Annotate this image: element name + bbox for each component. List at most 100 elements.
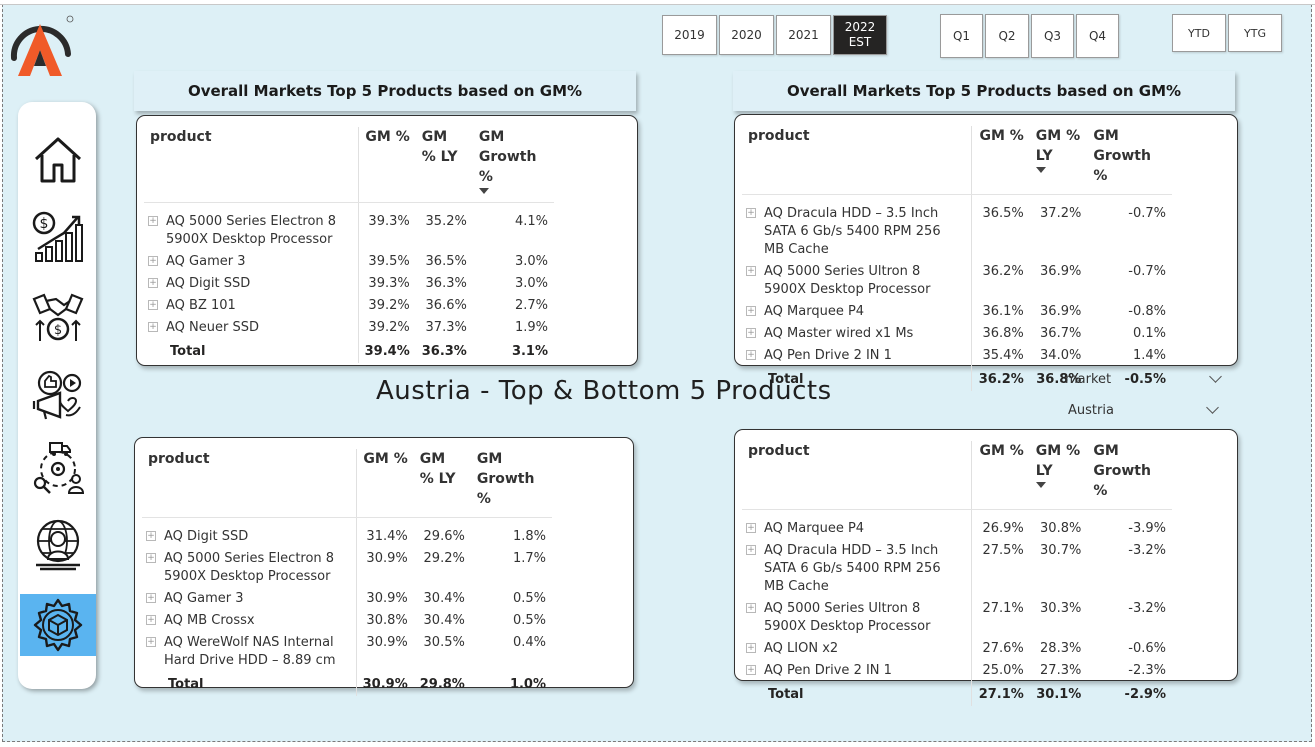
col-header-gm[interactable]: GM % xyxy=(356,449,414,518)
col-header-product[interactable]: product xyxy=(142,449,357,518)
table-row[interactable]: + AQ BZ 101 39.2% 36.6% 2.7% xyxy=(144,295,554,317)
table-row[interactable]: + AQ Neuer SSD 39.2% 37.3% 1.9% xyxy=(144,317,554,339)
ytd-button[interactable]: YTD xyxy=(1172,14,1226,52)
table-row[interactable]: + AQ WereWolf NAS Internal Hard Drive HDD… xyxy=(142,632,552,672)
col-header-gm-ly-line2: % LY xyxy=(419,471,456,487)
nav-deals-button[interactable]: $ xyxy=(20,286,96,348)
col-header-gm-ly[interactable]: GM % LY xyxy=(415,127,473,203)
table-row[interactable]: + AQ Pen Drive 2 IN 1 25.0% 27.3% -2.3% xyxy=(742,660,1172,682)
col-header-growth[interactable]: GM Growth % xyxy=(470,449,552,518)
sort-desc-icon[interactable] xyxy=(1035,482,1046,488)
nav-finance-button[interactable]: $ xyxy=(20,206,96,268)
table-row[interactable]: + AQ 5000 Series Ultron 8 5900X Desktop P… xyxy=(742,598,1172,638)
expand-icon[interactable]: + xyxy=(148,300,158,310)
col-header-gm-ly[interactable]: GM % LY xyxy=(1029,441,1088,510)
year-2022-est-button[interactable]: 2022 EST xyxy=(833,15,887,55)
col-header-gm[interactable]: GM % xyxy=(971,441,1030,510)
col-header-gm-ly-line1: GM xyxy=(421,129,448,145)
gm-ly-cell: 36.5% xyxy=(425,254,467,269)
growth-cell: 1.8% xyxy=(512,529,546,544)
expand-icon[interactable]: + xyxy=(148,216,158,226)
col-header-growth[interactable]: GM Growth % xyxy=(1087,441,1172,510)
col-header-gm-ly[interactable]: GM % LY xyxy=(413,449,471,518)
table-row[interactable]: + AQ Pen Drive 2 IN 1 35.4% 34.0% 1.4% xyxy=(742,345,1172,367)
expand-icon[interactable]: + xyxy=(746,523,756,533)
quarter-q2-button[interactable]: Q2 xyxy=(985,14,1029,58)
gm-ly-cell: 30.4% xyxy=(423,591,465,606)
year-2020-button[interactable]: 2020 xyxy=(719,15,774,55)
market-filter-value[interactable]: Austria xyxy=(1068,403,1114,418)
table-row[interactable]: + AQ LION x2 27.6% 28.3% -0.6% xyxy=(742,638,1172,660)
quarter-q4-button[interactable]: Q4 xyxy=(1076,14,1119,58)
table-row[interactable]: + AQ Marquee P4 36.1% 36.9% -0.8% xyxy=(742,301,1172,323)
col-header-growth-line2: Growth % xyxy=(1093,463,1151,499)
expand-icon[interactable]: + xyxy=(746,545,756,555)
growth-cell: 1.4% xyxy=(1132,348,1166,363)
gm-cell: 36.1% xyxy=(982,304,1024,319)
growth-cell: 3.0% xyxy=(514,254,548,269)
product-name: AQ Gamer 3 xyxy=(166,254,246,269)
top-right-card-title: Overall Markets Top 5 Products based on … xyxy=(733,71,1235,111)
table-row[interactable]: + AQ Master wired x1 Ms 36.8% 36.7% 0.1% xyxy=(742,323,1172,345)
total-gm-cell: 39.4% xyxy=(364,344,410,359)
expand-icon[interactable]: + xyxy=(746,306,756,316)
gm-cell: 39.5% xyxy=(368,254,410,269)
col-header-product[interactable]: product xyxy=(144,127,359,203)
product-name: AQ Digit SSD xyxy=(164,529,249,544)
product-name: AQ MB Crossx xyxy=(164,613,255,628)
gm-cell: 36.2% xyxy=(982,264,1024,279)
expand-icon[interactable]: + xyxy=(746,328,756,338)
ytg-button[interactable]: YTG xyxy=(1228,14,1282,52)
col-header-growth[interactable]: GM Growth % xyxy=(1087,126,1172,195)
col-header-gm-ly-line1: GM % xyxy=(1035,128,1081,144)
table-row[interactable]: + AQ Gamer 3 39.5% 36.5% 3.0% xyxy=(144,251,554,273)
expand-icon[interactable]: + xyxy=(746,603,756,613)
table-row[interactable]: + AQ 5000 Series Ultron 8 5900X Desktop P… xyxy=(742,261,1172,301)
expand-icon[interactable]: + xyxy=(746,350,756,360)
expand-icon[interactable]: + xyxy=(148,278,158,288)
sort-desc-icon[interactable] xyxy=(1035,167,1046,173)
nav-product-settings-button[interactable] xyxy=(20,594,96,656)
expand-icon[interactable]: + xyxy=(746,643,756,653)
nav-marketing-button[interactable] xyxy=(20,364,96,426)
quarter-q3-button[interactable]: Q3 xyxy=(1031,14,1074,58)
table-row[interactable]: + AQ Gamer 3 30.9% 30.4% 0.5% xyxy=(142,588,552,610)
table-row[interactable]: + AQ Digit SSD 39.3% 36.3% 3.0% xyxy=(144,273,554,295)
nav-global-support-button[interactable] xyxy=(20,512,96,574)
col-header-gm[interactable]: GM % xyxy=(971,126,1030,195)
nav-supply-chain-button[interactable] xyxy=(20,436,96,498)
col-header-product[interactable]: product xyxy=(742,126,973,195)
nav-home-button[interactable] xyxy=(20,128,96,190)
expand-icon[interactable]: + xyxy=(148,256,158,266)
year-2019-button[interactable]: 2019 xyxy=(662,15,717,55)
expand-icon[interactable]: + xyxy=(146,593,156,603)
table-row[interactable]: + AQ 5000 Series Electron 8 5900X Desktop… xyxy=(144,202,554,251)
expand-icon[interactable]: + xyxy=(146,637,156,647)
expand-icon[interactable]: + xyxy=(746,266,756,276)
quarter-q1-button[interactable]: Q1 xyxy=(940,14,983,58)
table-row[interactable]: + AQ Marquee P4 26.9% 30.8% -3.9% xyxy=(742,509,1172,540)
table-row[interactable]: + AQ Dracula HDD – 3.5 Inch SATA 6 Gb/s 5… xyxy=(742,540,1172,598)
year-2021-button[interactable]: 2021 xyxy=(776,15,831,55)
col-header-gm[interactable]: GM % xyxy=(358,127,416,203)
expand-icon[interactable]: + xyxy=(746,665,756,675)
table-row[interactable]: + AQ Dracula HDD – 3.5 Inch SATA 6 Gb/s 5… xyxy=(742,194,1172,261)
col-header-gm-ly[interactable]: GM % LY xyxy=(1029,126,1088,195)
product-name: AQ Gamer 3 xyxy=(164,591,244,606)
gm-ly-cell: 36.9% xyxy=(1040,264,1082,279)
sort-desc-icon[interactable] xyxy=(478,188,489,194)
expand-icon[interactable]: + xyxy=(146,615,156,625)
expand-icon[interactable]: + xyxy=(148,322,158,332)
col-header-growth[interactable]: GM Growth % xyxy=(472,127,554,203)
growth-cell: 3.0% xyxy=(514,276,548,291)
col-header-product[interactable]: product xyxy=(742,441,973,510)
product-cell: + AQ Digit SSD xyxy=(142,517,357,548)
product-cell: + AQ Marquee P4 xyxy=(742,301,973,323)
expand-icon[interactable]: + xyxy=(746,208,756,218)
expand-icon[interactable]: + xyxy=(146,531,156,541)
table-row[interactable]: + AQ Digit SSD 31.4% 29.6% 1.8% xyxy=(142,517,552,548)
table-row[interactable]: + AQ 5000 Series Electron 8 5900X Desktop… xyxy=(142,548,552,588)
table-row[interactable]: + AQ MB Crossx 30.8% 30.4% 0.5% xyxy=(142,610,552,632)
expand-icon[interactable]: + xyxy=(146,553,156,563)
gm-cell: 36.5% xyxy=(982,206,1024,221)
